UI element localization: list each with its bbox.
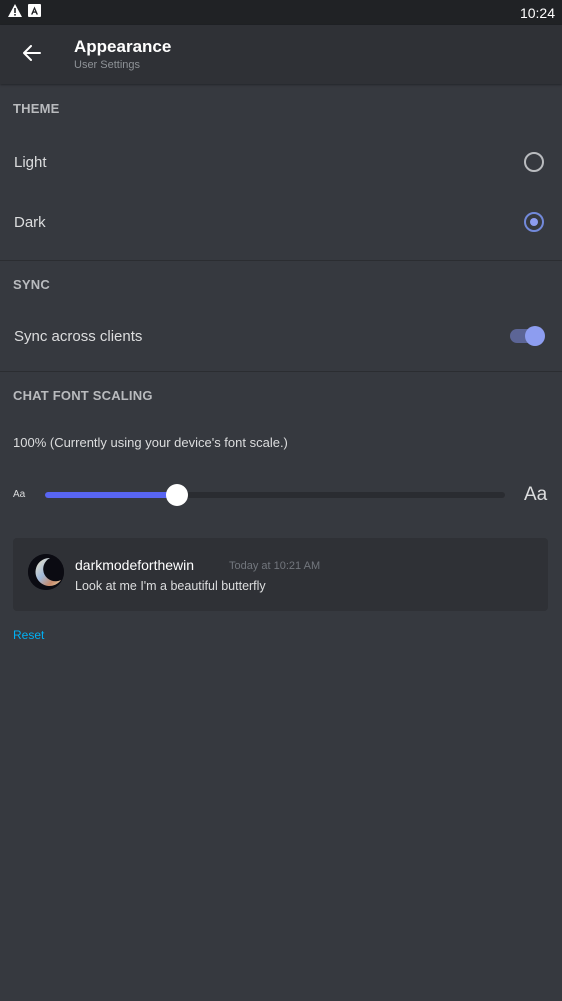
back-button[interactable] — [16, 39, 48, 71]
reset-button[interactable]: Reset — [13, 628, 44, 642]
theme-option-light[interactable]: Light — [0, 132, 562, 192]
theme-option-label: Dark — [14, 213, 46, 231]
sync-section-title: SYNC — [13, 277, 50, 292]
font-scaling-section-title: CHAT FONT SCALING — [13, 388, 153, 403]
slider-thumb[interactable] — [165, 484, 188, 506]
preview-timestamp: Today at 10:21 AM — [229, 560, 321, 572]
theme-section-title: THEME — [13, 101, 60, 116]
page-subtitle: User Settings — [74, 59, 141, 71]
app-notification-icon — [28, 3, 41, 22]
app-bar: Appearance User Settings — [0, 25, 562, 84]
dark-radio[interactable] — [524, 212, 544, 232]
arrow-left-icon — [23, 44, 41, 66]
message-preview: darkmodeforthewin Today at 10:21 AM Look… — [13, 538, 548, 611]
divider — [0, 371, 562, 372]
preview-username: darkmodeforthewin — [75, 557, 195, 573]
light-radio[interactable] — [524, 152, 544, 172]
font-size-large-label: Aa — [524, 484, 548, 505]
slider-fill — [45, 492, 177, 498]
warning-icon — [8, 3, 22, 22]
theme-option-dark[interactable]: Dark — [0, 192, 562, 252]
sync-row[interactable]: Sync across clients — [0, 306, 562, 366]
status-bar: 10:24 — [0, 0, 562, 25]
sync-label: Sync across clients — [14, 327, 143, 345]
preview-message: Look at me I'm a beautiful butterfly — [75, 579, 266, 593]
moon-icon — [28, 554, 64, 590]
font-size-small-label: Aa — [13, 489, 26, 500]
theme-option-label: Light — [14, 153, 47, 171]
status-time: 10:24 — [519, 4, 555, 21]
font-scale-description: 100% (Currently using your device's font… — [13, 435, 288, 450]
toggle-thumb — [525, 326, 545, 346]
sync-toggle[interactable] — [510, 326, 545, 346]
page-title: Appearance — [74, 37, 172, 56]
font-scale-slider[interactable] — [45, 484, 505, 506]
divider — [0, 260, 562, 261]
avatar — [28, 554, 64, 590]
